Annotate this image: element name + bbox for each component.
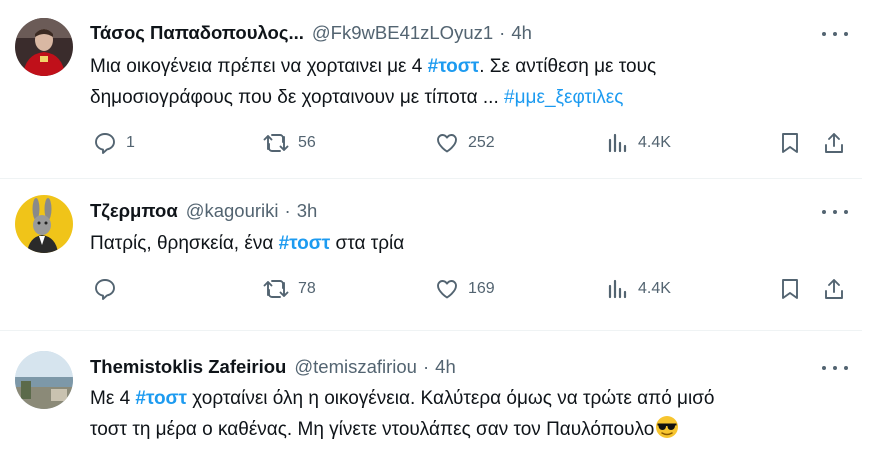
share-button[interactable] (822, 131, 846, 155)
text: Με 4 (90, 388, 136, 409)
tweet-line: τοστ τη μέρα ο καθένας. Μη γίνετε ντουλά… (90, 414, 715, 445)
views-icon (608, 279, 627, 299)
tweet-line: Πατρίς, θρησκεία, ένα #τοστ στα τρία (90, 228, 404, 259)
share-icon (825, 133, 843, 153)
tweet-header: Τζερμποα @kagouriki · 3h (90, 200, 317, 222)
tweet-2[interactable]: Τζερμποα @kagouriki · 3h Πατρίς, θρησκεί… (0, 179, 870, 329)
more-icon[interactable] (822, 207, 848, 217)
reply-button[interactable] (92, 277, 126, 301)
hashtag-link[interactable]: #τοστ (135, 388, 187, 409)
sunglasses-emoji (656, 416, 679, 438)
tweet-header: Themistoklis Zafeiriou @temiszafiriou · … (90, 356, 456, 378)
text: δημοσιογράφους που δε χορταινουν με τίπο… (90, 87, 505, 108)
avatar[interactable] (15, 18, 73, 76)
heart-icon (437, 280, 457, 299)
like-button[interactable]: 252 (434, 131, 495, 155)
share-icon (825, 279, 843, 299)
action-bar: 78 169 4.4K (0, 277, 870, 303)
reply-count: 1 (126, 134, 135, 151)
tweet-1[interactable]: Τάσος Παπαδοπουλος... @Fk9wBE41zLOyuz1 ·… (0, 0, 870, 178)
views-icon (608, 133, 627, 153)
tweet-text: Μια οικογένεια πρέπει να χορταινει με 4 … (90, 51, 656, 113)
tweet-3[interactable]: Themistoklis Zafeiriou @temiszafiriou · … (0, 331, 870, 462)
view-count: 4.4K (638, 280, 671, 297)
author-handle[interactable]: @temiszafiriou (294, 356, 417, 378)
author-name[interactable]: Themistoklis Zafeiriou (90, 356, 286, 378)
reply-icon (95, 133, 115, 154)
view-count: 4.4K (638, 134, 671, 151)
avatar[interactable] (15, 351, 73, 409)
reply-button[interactable]: 1 (92, 131, 135, 155)
bookmark-icon (782, 133, 798, 153)
reply-icon (95, 279, 115, 300)
hashtag-link[interactable]: #τοστ (279, 233, 331, 254)
tweet-line: δημοσιογράφους που δε χορταινουν με τίπο… (90, 82, 656, 113)
meta-separator: · (284, 200, 291, 221)
tweet-line: Με 4 #τοστ χορταίνει όλη η οικογένεια. Κ… (90, 383, 715, 414)
timestamp[interactable]: 4h (435, 356, 456, 378)
retweet-icon (263, 280, 289, 298)
like-count: 169 (468, 280, 495, 297)
tweet-text: Με 4 #τοστ χορταίνει όλη η οικογένεια. Κ… (90, 383, 715, 445)
author-name[interactable]: Τάσος Παπαδοπουλος... (90, 22, 304, 44)
tweet-header: Τάσος Παπαδοπουλος... @Fk9wBE41zLOyuz1 ·… (90, 22, 532, 44)
timestamp[interactable]: 3h (297, 200, 318, 222)
meta-separator: · (422, 356, 430, 377)
action-bar: 1 56 252 4.4K (0, 131, 870, 157)
retweet-button[interactable]: 78 (262, 277, 316, 301)
text: Μια οικογένεια πρέπει να χορταινει με 4 (90, 56, 428, 77)
retweet-count: 56 (298, 134, 316, 151)
retweet-button[interactable]: 56 (262, 131, 316, 155)
retweet-count: 78 (298, 280, 316, 297)
author-handle[interactable]: @kagouriki (186, 200, 279, 222)
more-icon[interactable] (822, 29, 848, 39)
tweet-line: Μια οικογένεια πρέπει να χορταινει με 4 … (90, 51, 656, 82)
meta-separator: · (499, 22, 506, 43)
avatar[interactable] (15, 195, 73, 253)
timestamp[interactable]: 4h (511, 22, 532, 44)
bookmark-icon (782, 279, 798, 299)
text: Πατρίς, θρησκεία, ένα (90, 233, 279, 254)
bookmark-button[interactable] (779, 277, 801, 301)
text: τοστ τη μέρα ο καθένας. Μη γίνετε ντουλά… (90, 419, 655, 440)
text: χορταίνει όλη η οικογένεια. Καλύτερα όμω… (187, 388, 715, 409)
hashtag-link[interactable]: #μμε_ξεφτιλες (504, 87, 623, 108)
hashtag-link[interactable]: #τοστ (428, 56, 480, 77)
retweet-icon (263, 134, 289, 152)
views-button[interactable]: 4.4K (606, 277, 671, 301)
author-handle[interactable]: @Fk9wBE41zLOyuz1 (312, 22, 493, 44)
text: στα τρία (330, 233, 405, 254)
tweet-text: Πατρίς, θρησκεία, ένα #τοστ στα τρία (90, 228, 404, 259)
more-icon[interactable] (822, 363, 848, 373)
bookmark-button[interactable] (779, 131, 801, 155)
text: . Σε αντίθεση με τους (479, 56, 657, 77)
like-button[interactable]: 169 (434, 277, 495, 301)
heart-icon (437, 134, 457, 153)
views-button[interactable]: 4.4K (606, 131, 671, 155)
like-count: 252 (468, 134, 495, 151)
author-name[interactable]: Τζερμποα (90, 200, 178, 222)
share-button[interactable] (822, 277, 846, 301)
